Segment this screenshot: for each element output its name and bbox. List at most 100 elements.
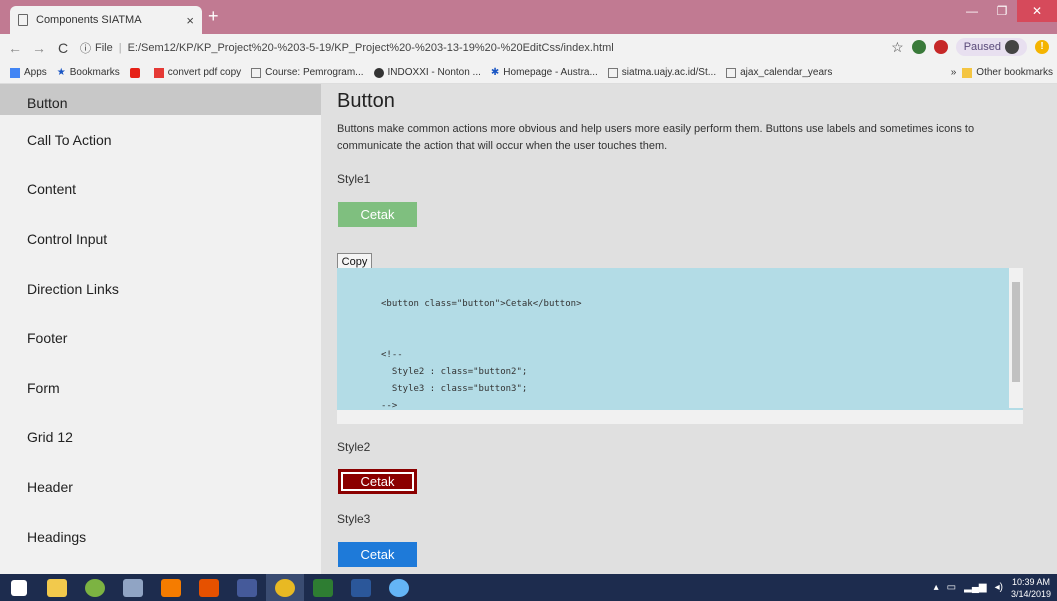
- file-label: File: [95, 42, 113, 54]
- sidebar-item-footer[interactable]: Footer: [0, 313, 321, 363]
- new-tab-button[interactable]: +: [208, 6, 219, 27]
- maximize-button[interactable]: ❐: [987, 0, 1017, 22]
- page-icon: [251, 67, 262, 78]
- bookmark-indoxxi[interactable]: INDOXXI - Nonton ...: [373, 67, 481, 78]
- bookmark-ajax-calendar[interactable]: ajax_calendar_years: [726, 67, 832, 78]
- computer-icon: [123, 578, 143, 597]
- network-icon[interactable]: ▂▄▆: [964, 582, 986, 593]
- paused-label: Paused: [963, 41, 1001, 53]
- extension-icon[interactable]: [911, 40, 926, 54]
- taskbar-xampp[interactable]: [190, 574, 228, 601]
- browser-tab[interactable]: Components SIATMA ×: [10, 6, 202, 34]
- taskbar-chrome[interactable]: [266, 574, 304, 601]
- bookmark-homepage[interactable]: ✱ Homepage - Austra...: [491, 67, 598, 78]
- start-button[interactable]: [0, 574, 38, 601]
- minimize-button[interactable]: —: [957, 0, 987, 22]
- asterisk-icon: ✱: [490, 67, 500, 78]
- sidebar-item-button[interactable]: Button: [0, 84, 321, 115]
- s-icon: [153, 67, 164, 78]
- battery-icon[interactable]: ▭: [947, 582, 956, 593]
- taskbar-sql[interactable]: [228, 574, 266, 601]
- youtube-icon: [129, 67, 140, 78]
- more-bookmarks-button[interactable]: »: [951, 67, 957, 78]
- style1-label: Style1: [337, 172, 371, 186]
- back-icon[interactable]: ←: [6, 40, 24, 56]
- browser-titlebar: Components SIATMA × + — ❐ ✕: [0, 0, 1057, 34]
- code-text: <button class="button">Cetak</button> <!…: [381, 299, 582, 411]
- page-content: Button Call To Action Content Control In…: [0, 84, 1057, 574]
- horizontal-scrollbar[interactable]: [337, 410, 1023, 424]
- code-block: <button class="button">Cetak</button> <!…: [337, 268, 1023, 424]
- taskbar-explorer[interactable]: [38, 574, 76, 601]
- sidebar: Button Call To Action Content Control In…: [0, 84, 321, 574]
- tray-arrow-icon[interactable]: ▴: [934, 582, 939, 593]
- sublime-icon: [161, 578, 181, 597]
- paint-icon: [389, 578, 409, 597]
- sidebar-item-control-input[interactable]: Control Input: [0, 214, 321, 264]
- folder-icon: [962, 67, 973, 78]
- bookmark-star-icon[interactable]: ☆: [891, 39, 904, 56]
- sidebar-item-content[interactable]: Content: [0, 165, 321, 215]
- windows-taskbar: ▴ ▭ ▂▄▆ ◂) 10:39 AM 3/14/2019: [0, 574, 1057, 601]
- page-icon: [726, 67, 737, 78]
- clock-time: 10:39 AM: [1011, 576, 1050, 587]
- word-icon: [351, 578, 371, 597]
- bookmarks-overflow: » Other bookmarks: [951, 67, 1057, 78]
- scrollbar-thumb[interactable]: [1012, 282, 1020, 382]
- sidebar-item-headings[interactable]: Headings: [0, 512, 321, 562]
- url-text[interactable]: E:/Sem12/KP/KP_Project%20-%203-5-19/KP_P…: [128, 42, 614, 54]
- layers-icon: [313, 578, 333, 597]
- main-content: Button Buttons make common actions more …: [321, 84, 1057, 574]
- sidebar-item-header[interactable]: Header: [0, 462, 321, 512]
- reload-icon[interactable]: C: [54, 40, 72, 56]
- bookmark-convert-pdf[interactable]: convert pdf copy: [153, 67, 241, 78]
- bookmark-apps[interactable]: Apps: [10, 67, 47, 78]
- bookmark-youtube[interactable]: [129, 67, 144, 78]
- taskbar-stack[interactable]: [304, 574, 342, 601]
- other-bookmarks[interactable]: Other bookmarks: [962, 67, 1053, 78]
- bookmarks-bar: Apps ★ Bookmarks convert pdf copy Course:…: [0, 62, 1057, 84]
- close-window-button[interactable]: ✕: [1017, 0, 1057, 22]
- description: Buttons make common actions more obvious…: [337, 123, 975, 152]
- sidebar-item-grid-12[interactable]: Grid 12: [0, 413, 321, 463]
- cetak-button-style2[interactable]: Cetak: [338, 469, 417, 494]
- chrome-icon: [275, 578, 295, 597]
- browser-toolbar: ← → C ⓘ File | E:/Sem12/KP/KP_Project%20…: [0, 34, 1057, 62]
- folder-icon: [47, 578, 67, 597]
- volume-icon[interactable]: ◂): [995, 582, 1003, 593]
- bookmark-bookmarks[interactable]: ★ Bookmarks: [57, 67, 120, 78]
- adblock-icon[interactable]: [933, 40, 948, 54]
- android-icon: [85, 578, 105, 597]
- sidebar-item-call-to-action[interactable]: Call To Action: [0, 115, 321, 165]
- alert-icon[interactable]: !: [1035, 40, 1049, 54]
- sidebar-item-direction-links[interactable]: Direction Links: [0, 264, 321, 314]
- tab-title: Components SIATMA: [36, 14, 142, 26]
- style3-label: Style3: [337, 512, 371, 526]
- page-icon: [18, 14, 28, 26]
- window-controls: — ❐ ✕: [957, 0, 1057, 22]
- taskbar-sublime[interactable]: [152, 574, 190, 601]
- taskbar-word[interactable]: [342, 574, 380, 601]
- bookmark-siatma[interactable]: siatma.uajy.ac.id/St...: [607, 67, 716, 78]
- clock-date: 3/14/2019: [1010, 588, 1051, 599]
- profile-paused-button[interactable]: Paused: [955, 38, 1027, 56]
- sidebar-item-form[interactable]: Form: [0, 363, 321, 413]
- bookmark-course[interactable]: Course: Pemrogram...: [251, 67, 364, 78]
- address-separator: |: [118, 42, 122, 54]
- clock[interactable]: 10:39 AM 3/14/2019: [1011, 576, 1051, 600]
- style2-label: Style2: [337, 440, 371, 454]
- info-icon[interactable]: ⓘ: [80, 40, 91, 56]
- taskbar-paint[interactable]: [380, 574, 418, 601]
- page-icon: [607, 67, 618, 78]
- vertical-scrollbar[interactable]: [1009, 268, 1023, 408]
- taskbar-android-studio[interactable]: [76, 574, 114, 601]
- forward-icon[interactable]: →: [30, 40, 48, 56]
- windows-icon: [11, 579, 27, 596]
- cetak-button-style3[interactable]: Cetak: [338, 542, 417, 567]
- address-bar[interactable]: ⓘ File | E:/Sem12/KP/KP_Project%20-%203-…: [80, 40, 880, 56]
- tab-close-button[interactable]: ×: [186, 13, 194, 28]
- indoxxi-icon: [373, 67, 384, 78]
- taskbar-network[interactable]: [114, 574, 152, 601]
- page-title: Button: [337, 90, 395, 112]
- cetak-button-style1[interactable]: Cetak: [338, 202, 417, 227]
